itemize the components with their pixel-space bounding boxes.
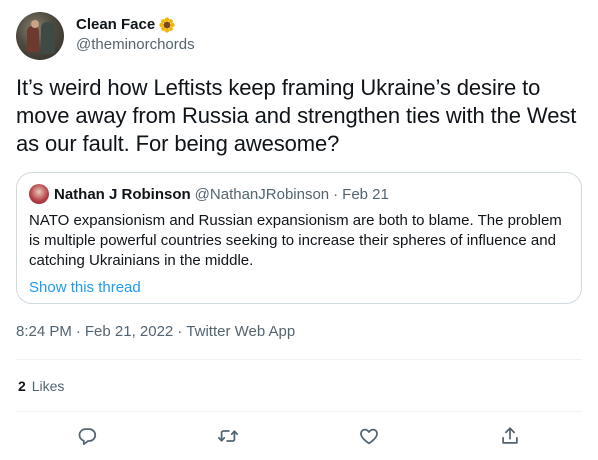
tweet-text: It’s weird how Leftists keep framing Ukr… (16, 75, 577, 156)
quoted-text: NATO expansionism and Russian expansioni… (29, 212, 562, 269)
tweet-time[interactable]: 8:24 PM (16, 323, 72, 340)
quoted-author-avatar (29, 184, 49, 204)
share-icon (502, 427, 518, 444)
avatar-figure (41, 22, 55, 54)
sunflower-icon (159, 17, 175, 33)
tweet-date[interactable]: Feb 21, 2022 (85, 323, 173, 340)
author-display-name[interactable]: Clean Face (76, 16, 155, 34)
quoted-author-name: Nathan J Robinson (54, 185, 191, 203)
retweet-button[interactable] (210, 418, 246, 454)
separator-dot: · (75, 323, 81, 340)
tweet-stats[interactable]: 2 Likes (18, 376, 64, 396)
divider (16, 359, 582, 360)
heart-icon (360, 428, 378, 445)
avatar-figure (31, 20, 39, 28)
tweet-detail: Clean Face @theminorchords It’s weird ho… (0, 0, 598, 460)
reply-icon (78, 428, 97, 446)
tweet-header: Clean Face @theminorchords (16, 12, 195, 60)
tweet-source[interactable]: Twitter Web App (186, 323, 295, 340)
likes-label: Likes (31, 378, 65, 394)
action-bar (16, 418, 582, 454)
quoted-author-handle: @NathanJRobinson (194, 185, 330, 203)
display-name-row: Clean Face (76, 16, 195, 34)
likes-count: 2 (18, 378, 26, 394)
separator-dot: · (333, 185, 339, 203)
like-button[interactable] (351, 418, 387, 454)
author-avatar[interactable] (16, 12, 64, 60)
author-names: Clean Face @theminorchords (76, 16, 195, 55)
separator-dot: · (177, 323, 183, 340)
show-thread-link[interactable]: Show this thread (29, 278, 141, 298)
author-handle[interactable]: @theminorchords (76, 35, 195, 55)
tweet-metadata: 8:24 PM · Feb 21, 2022 · Twitter Web App (16, 322, 295, 342)
share-button[interactable] (492, 418, 528, 454)
reply-button[interactable] (69, 418, 105, 454)
quoted-tweet[interactable]: Nathan J Robinson @NathanJRobinson · Feb… (16, 172, 582, 304)
retweet-icon (217, 430, 239, 442)
quoted-date: Feb 21 (342, 185, 389, 203)
avatar-figure (27, 26, 39, 52)
divider (16, 411, 582, 412)
quoted-tweet-header: Nathan J Robinson @NathanJRobinson · Feb… (29, 184, 569, 204)
